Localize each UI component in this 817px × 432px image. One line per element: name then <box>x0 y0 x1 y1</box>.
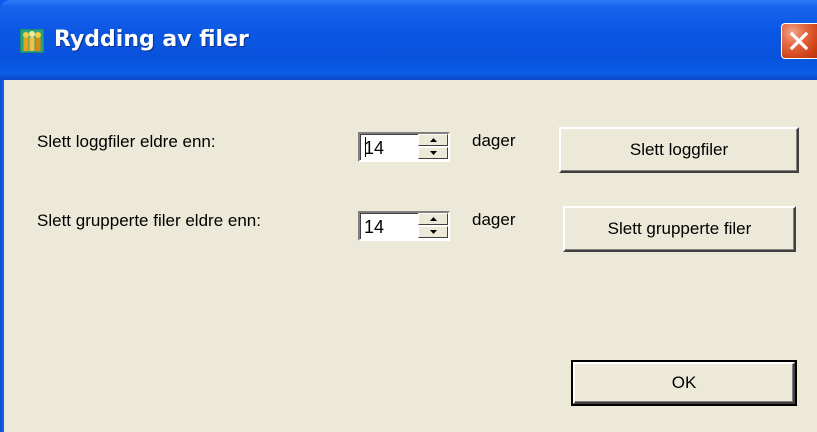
dialog-window: Rydding av filer Slett loggfiler eldre e… <box>0 0 817 432</box>
arrow-up-icon <box>430 217 437 221</box>
grouped-days-down-button[interactable] <box>418 226 448 238</box>
log-days-down-button[interactable] <box>418 147 448 159</box>
log-days-spinner[interactable]: 14 <box>358 132 450 162</box>
people-icon <box>20 29 44 53</box>
close-button[interactable] <box>781 23 817 59</box>
arrow-up-icon <box>430 138 437 142</box>
close-x-icon <box>789 31 809 51</box>
delete-log-files-button[interactable]: Slett loggfiler <box>559 127 799 173</box>
log-days-up-button[interactable] <box>418 134 448 146</box>
dialog-body: Slett loggfiler eldre enn: 14 dager Slet… <box>4 80 817 432</box>
ok-button[interactable]: OK <box>571 360 797 406</box>
delete-grouped-files-button[interactable]: Slett grupperte filer <box>563 206 796 252</box>
grouped-days-up-button[interactable] <box>418 213 448 225</box>
window-title: Rydding av filer <box>54 27 249 52</box>
text-caret <box>365 137 366 157</box>
title-bar[interactable]: Rydding av filer <box>0 0 817 80</box>
log-files-label: Slett loggfiler eldre enn: <box>37 132 216 151</box>
grouped-files-label: Slett grupperte filer eldre enn: <box>37 211 261 230</box>
arrow-down-icon <box>430 230 437 234</box>
log-days-unit: dager <box>472 131 516 150</box>
grouped-days-value[interactable]: 14 <box>364 216 384 238</box>
arrow-down-icon <box>430 151 437 155</box>
grouped-days-unit: dager <box>472 210 516 229</box>
log-days-value[interactable]: 14 <box>364 137 384 159</box>
grouped-days-spinner[interactable]: 14 <box>358 211 450 241</box>
